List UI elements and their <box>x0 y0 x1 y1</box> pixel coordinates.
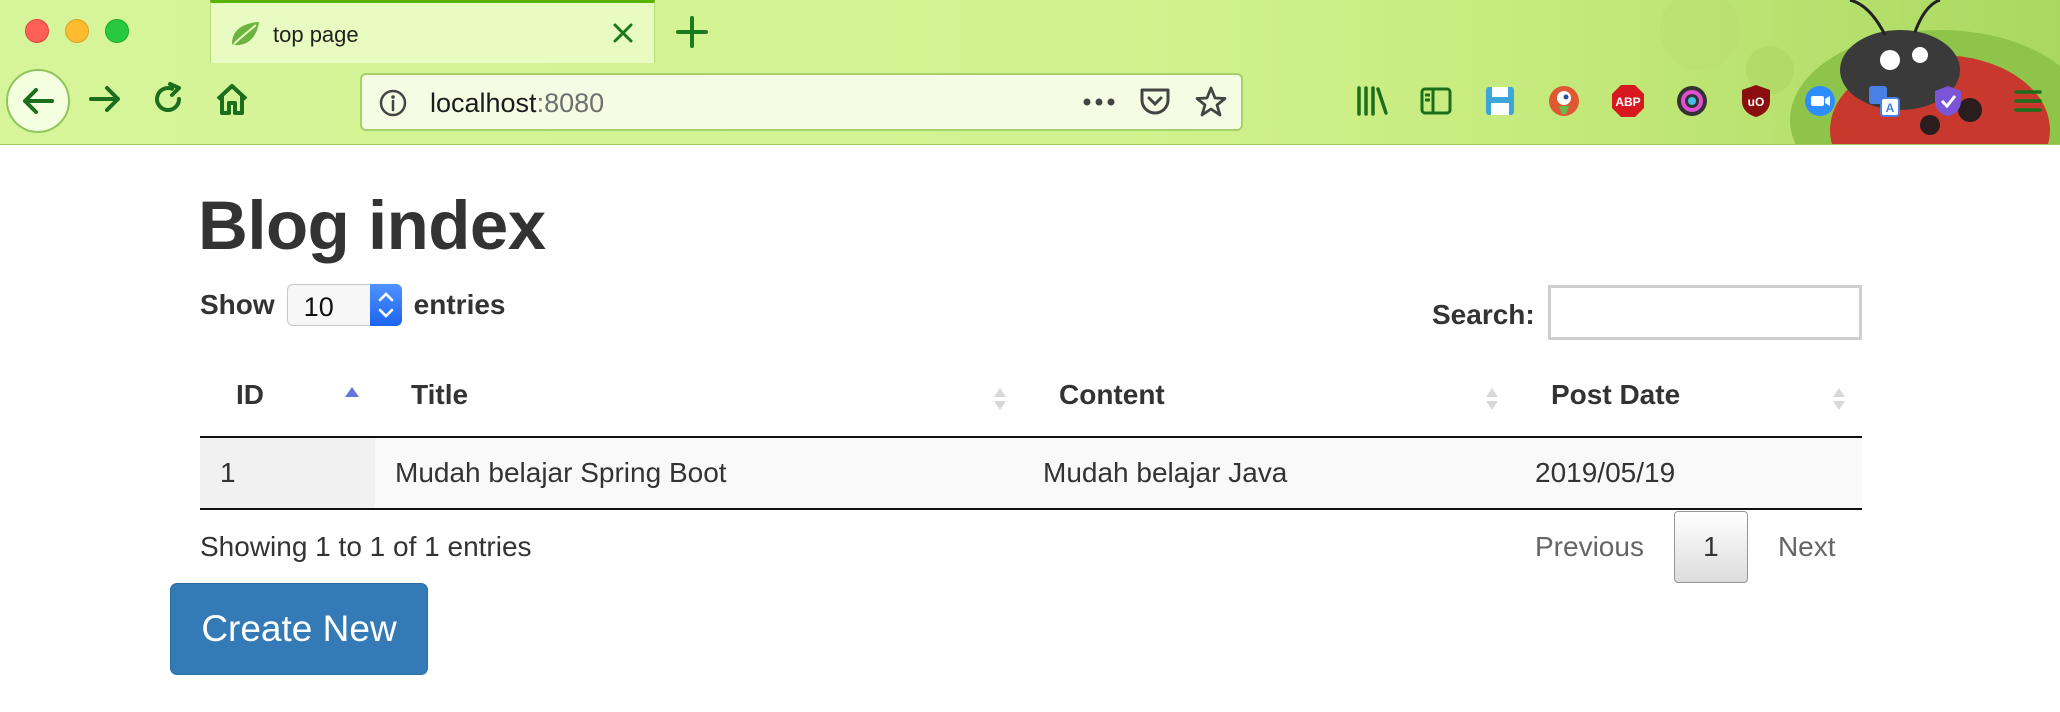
column-header-id[interactable]: ID <box>200 354 375 438</box>
arrow-left-icon <box>23 88 54 114</box>
sort-both-icon <box>1833 388 1845 410</box>
previous-page-button[interactable]: Previous <box>1505 531 1674 563</box>
cell-content: Mudah belajar Java <box>1023 437 1515 510</box>
url-text[interactable]: localhost:8080 <box>430 88 604 119</box>
table-info: Showing 1 to 1 of 1 entries <box>200 531 532 562</box>
svg-text:ABP: ABP <box>1615 95 1640 109</box>
table-row: 1 Mudah belajar Spring Boot Mudah belaja… <box>200 437 1862 510</box>
save-page-icon[interactable] <box>1478 79 1522 123</box>
search-label: Search: <box>1432 299 1535 330</box>
translate-icon[interactable]: A <box>1862 79 1906 123</box>
column-header-label: ID <box>236 379 264 410</box>
reload-button[interactable] <box>138 69 198 129</box>
page-actions-icon[interactable] <box>1079 82 1119 122</box>
hamburger-menu-icon[interactable] <box>2006 79 2050 123</box>
entries-label: entries <box>413 289 506 320</box>
cell-post-date: 2019/05/19 <box>1515 437 1862 510</box>
column-header-title[interactable]: Title <box>375 354 1023 438</box>
next-page-button[interactable]: Next <box>1748 531 1866 563</box>
column-header-post-date[interactable]: Post Date <box>1515 354 1862 438</box>
page-1-button[interactable]: 1 <box>1673 511 1748 583</box>
ublock-origin-icon[interactable]: uO <box>1734 79 1778 123</box>
new-tab-icon[interactable] <box>672 12 712 52</box>
column-header-content[interactable]: Content <box>1023 354 1515 438</box>
pocket-icon[interactable] <box>1135 82 1175 122</box>
zoom-window-button[interactable] <box>105 19 129 43</box>
search-input[interactable] <box>1548 285 1862 340</box>
tab-title: top page <box>273 22 359 47</box>
forward-button[interactable] <box>75 69 135 129</box>
sidebar-icon[interactable] <box>1414 79 1458 123</box>
column-header-label: Post Date <box>1551 379 1681 410</box>
extension-shield-icon[interactable] <box>1926 79 1970 123</box>
close-window-button[interactable] <box>25 19 49 43</box>
zoom-meetings-icon[interactable] <box>1798 79 1842 123</box>
entries-select[interactable]: 10 <box>286 284 402 326</box>
bookmark-star-icon[interactable] <box>1191 82 1231 122</box>
create-new-button[interactable]: Create New <box>170 583 428 675</box>
svg-text:uO: uO <box>1748 95 1765 109</box>
sort-both-icon <box>1486 388 1498 410</box>
column-header-label: Content <box>1059 379 1165 410</box>
url-host: localhost <box>430 88 537 118</box>
browser-chrome: top page localhost:8080 ABP uO A <box>0 0 2060 145</box>
entries-select-value: 10 <box>303 292 334 322</box>
minimize-window-button[interactable] <box>65 19 89 43</box>
back-button[interactable] <box>6 69 70 133</box>
close-tab-icon[interactable] <box>606 16 640 50</box>
page-title: Blog index <box>198 187 546 264</box>
color-picker-icon[interactable] <box>1670 79 1714 123</box>
table-header-row: ID Title Content Post Date <box>200 354 1862 438</box>
show-label: Show <box>200 289 275 320</box>
home-button[interactable] <box>202 69 262 129</box>
sort-both-icon <box>994 388 1006 410</box>
duckduckgo-icon[interactable] <box>1542 79 1586 123</box>
reload-icon <box>155 82 182 112</box>
chevron-up-down-icon <box>369 284 402 326</box>
home-icon <box>216 84 248 115</box>
sort-ascending-icon <box>345 387 359 397</box>
arrow-right-icon <box>89 86 120 112</box>
cell-id: 1 <box>200 437 375 510</box>
page-content: Blog index Show 10 entries Search: ID Ti… <box>0 146 2060 712</box>
pagination: Previous 1 Next <box>1505 511 1866 583</box>
tab-top-page[interactable]: top page <box>210 0 655 63</box>
blog-table: ID Title Content Post Date 1 Mudah belaj… <box>200 354 1862 510</box>
column-header-label: Title <box>411 379 469 410</box>
library-icon[interactable] <box>1350 79 1394 123</box>
svg-text:A: A <box>1886 101 1895 115</box>
tab-strip: top page <box>0 0 2060 63</box>
spring-leaf-icon <box>232 22 259 46</box>
navigation-toolbar: localhost:8080 ABP uO A <box>0 63 2060 144</box>
address-bar[interactable]: localhost:8080 <box>360 73 1243 131</box>
adblock-plus-icon[interactable]: ABP <box>1606 79 1650 123</box>
info-icon[interactable] <box>378 88 408 118</box>
url-actions <box>1079 82 1231 122</box>
entries-length-control: Show 10 entries <box>200 284 506 326</box>
cell-title: Mudah belajar Spring Boot <box>375 437 1023 510</box>
url-port: :8080 <box>536 88 605 118</box>
